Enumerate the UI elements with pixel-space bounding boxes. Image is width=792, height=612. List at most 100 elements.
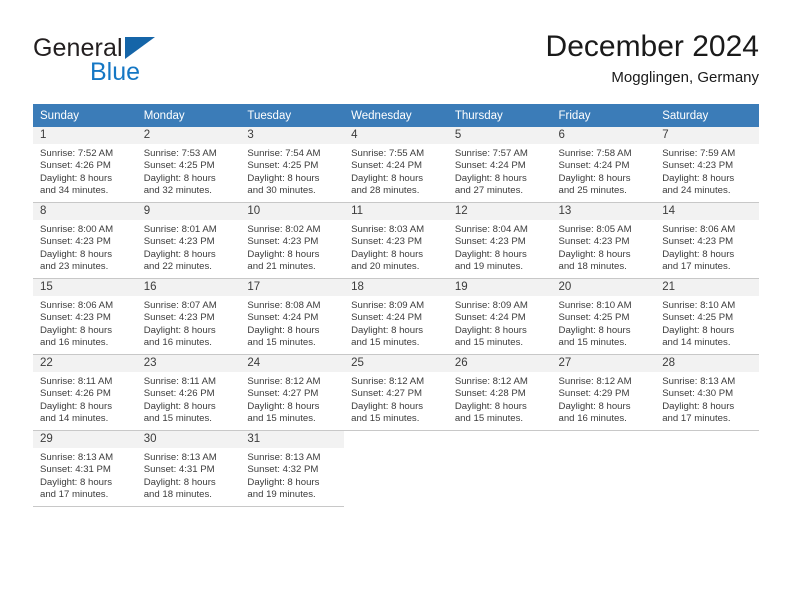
daylight-duration-line2: and 15 minutes. [558, 337, 627, 349]
day-cell-inner: 7 Sunrise: 7:59 AM Sunset: 4:23 PM Daylight… [655, 127, 759, 203]
sunset-time: Sunset: 4:27 PM [247, 388, 319, 400]
calendar-day-cell[interactable]: 21 Sunrise: 8:10 AM Sunset: 4:25 PM Dayligh… [655, 279, 759, 355]
sunset-time: Sunset: 4:23 PM [40, 312, 111, 324]
day-number: 18 [344, 279, 448, 296]
daylight-duration-line2: and 30 minutes. [247, 185, 316, 197]
daylight-duration-line2: and 32 minutes. [143, 185, 212, 197]
day-cell-inner [448, 431, 552, 507]
day-number: 27 [551, 355, 656, 372]
calendar-day-cell[interactable]: 28 Sunrise: 8:13 AM Sunset: 4:30 PM Dayligh… [655, 355, 759, 431]
day-cell-inner: 18 Sunrise: 8:09 AM Sunset: 4:24 PM Dayligh… [344, 279, 448, 355]
calendar-day-cell[interactable]: 24 Sunrise: 8:12 AM Sunset: 4:27 PM Dayligh… [240, 355, 345, 431]
daylight-duration-line2: and 18 minutes. [143, 489, 212, 501]
calendar-cell-empty [344, 431, 448, 507]
sunset-time: Sunset: 4:25 PM [247, 160, 319, 172]
calendar-day-cell[interactable]: 4 Sunrise: 7:55 AM Sunset: 4:24 PM Daylight… [344, 127, 448, 203]
calendar-day-cell[interactable]: 8 Sunrise: 8:00 AM Sunset: 4:23 PM Daylight… [33, 203, 137, 279]
brand-logo[interactable]: General Blue [33, 34, 233, 90]
day-cell-inner: 20 Sunrise: 8:10 AM Sunset: 4:25 PM Dayligh… [551, 279, 656, 355]
day-cell-inner: 17 Sunrise: 8:08 AM Sunset: 4:24 PM Dayligh… [240, 279, 345, 355]
day-details: Sunrise: 8:01 AM Sunset: 4:23 PM Daylight:… [137, 220, 241, 274]
daylight-duration-line1: Daylight: 8 hours [558, 400, 631, 412]
sunrise-time: Sunrise: 7:59 AM [662, 148, 736, 159]
day-cell-inner: 5 Sunrise: 7:57 AM Sunset: 4:24 PM Daylight… [447, 127, 552, 203]
daylight-duration-line2: and 19 minutes. [247, 489, 316, 501]
calendar-day-cell[interactable]: 20 Sunrise: 8:10 AM Sunset: 4:25 PM Dayligh… [551, 279, 656, 355]
calendar-day-cell[interactable]: 27 Sunrise: 8:12 AM Sunset: 4:29 PM Dayligh… [551, 355, 656, 431]
calendar-day-cell[interactable]: 29 Sunrise: 8:13 AM Sunset: 4:31 PM Dayligh… [33, 431, 137, 507]
day-details: Sunrise: 8:04 AM Sunset: 4:23 PM Daylight:… [448, 220, 552, 274]
sunrise-time: Sunrise: 8:09 AM [351, 300, 425, 311]
calendar-day-cell[interactable]: 10 Sunrise: 8:02 AM Sunset: 4:23 PM Dayligh… [240, 203, 345, 279]
calendar-day-cell[interactable]: 12 Sunrise: 8:04 AM Sunset: 4:23 PM Dayligh… [447, 203, 552, 279]
day-number: 12 [447, 203, 552, 220]
calendar-day-cell[interactable]: 3 Sunrise: 7:54 AM Sunset: 4:25 PM Daylight… [240, 127, 345, 203]
calendar-day-cell[interactable]: 5 Sunrise: 7:57 AM Sunset: 4:24 PM Daylight… [447, 127, 552, 203]
day-details: Sunrise: 8:09 AM Sunset: 4:24 PM Daylight:… [344, 296, 448, 350]
day-details: Sunrise: 7:59 AM Sunset: 4:23 PM Daylight:… [655, 144, 759, 198]
day-number [552, 431, 656, 448]
sunset-time: Sunset: 4:31 PM [40, 464, 111, 476]
weekday-header-sunday: Sunday [33, 104, 137, 127]
sunrise-time: Sunrise: 8:00 AM [40, 224, 114, 235]
daylight-duration-line2: and 24 minutes. [662, 185, 731, 197]
sunrise-time: Sunrise: 8:08 AM [247, 300, 321, 311]
sunrise-time: Sunrise: 8:05 AM [558, 224, 632, 235]
daylight-duration-line1: Daylight: 8 hours [558, 172, 631, 184]
daylight-duration-line1: Daylight: 8 hours [351, 400, 424, 412]
calendar-day-cell[interactable]: 31 Sunrise: 8:13 AM Sunset: 4:32 PM Dayligh… [240, 431, 345, 507]
calendar-cell-empty [655, 431, 759, 507]
sunset-time: Sunset: 4:24 PM [351, 312, 423, 324]
calendar-day-cell[interactable]: 17 Sunrise: 8:08 AM Sunset: 4:24 PM Dayligh… [240, 279, 345, 355]
day-cell-inner: 26 Sunrise: 8:12 AM Sunset: 4:28 PM Dayligh… [447, 355, 552, 431]
daylight-duration-line1: Daylight: 8 hours [662, 400, 735, 412]
day-details: Sunrise: 8:10 AM Sunset: 4:25 PM Daylight:… [552, 296, 656, 350]
daylight-duration-line1: Daylight: 8 hours [454, 248, 527, 260]
calendar-day-cell[interactable]: 19 Sunrise: 8:09 AM Sunset: 4:24 PM Dayligh… [447, 279, 552, 355]
daylight-duration-line1: Daylight: 8 hours [143, 172, 216, 184]
calendar-week-row: 22 Sunrise: 8:11 AM Sunset: 4:26 PM Dayligh… [33, 355, 759, 431]
calendar-day-cell[interactable]: 2 Sunrise: 7:53 AM Sunset: 4:25 PM Daylight… [136, 127, 241, 203]
calendar-day-cell[interactable]: 23 Sunrise: 8:11 AM Sunset: 4:26 PM Dayligh… [136, 355, 241, 431]
day-details: Sunrise: 7:55 AM Sunset: 4:24 PM Daylight:… [344, 144, 448, 198]
sunrise-time: Sunrise: 8:12 AM [351, 376, 425, 387]
calendar-day-cell[interactable]: 6 Sunrise: 7:58 AM Sunset: 4:24 PM Daylight… [551, 127, 656, 203]
day-cell-inner: 12 Sunrise: 8:04 AM Sunset: 4:23 PM Dayligh… [447, 203, 552, 279]
daylight-duration-line2: and 34 minutes. [40, 185, 109, 197]
day-cell-inner: 14 Sunrise: 8:06 AM Sunset: 4:23 PM Dayligh… [655, 203, 759, 279]
day-number: 28 [655, 355, 759, 372]
calendar-day-cell[interactable]: 18 Sunrise: 8:09 AM Sunset: 4:24 PM Dayligh… [344, 279, 448, 355]
day-number: 17 [240, 279, 345, 296]
calendar-day-cell[interactable]: 25 Sunrise: 8:12 AM Sunset: 4:27 PM Dayligh… [344, 355, 448, 431]
calendar-day-cell[interactable]: 16 Sunrise: 8:07 AM Sunset: 4:23 PM Dayligh… [136, 279, 241, 355]
day-details: Sunrise: 8:11 AM Sunset: 4:26 PM Daylight:… [137, 372, 241, 426]
calendar-day-cell[interactable]: 13 Sunrise: 8:05 AM Sunset: 4:23 PM Dayligh… [551, 203, 656, 279]
day-details: Sunrise: 8:13 AM Sunset: 4:31 PM Daylight:… [137, 448, 241, 502]
day-details: Sunrise: 8:05 AM Sunset: 4:23 PM Daylight:… [552, 220, 656, 274]
daylight-duration-line1: Daylight: 8 hours [247, 248, 320, 260]
day-cell-inner [552, 431, 656, 507]
calendar-day-cell[interactable]: 11 Sunrise: 8:03 AM Sunset: 4:23 PM Dayligh… [344, 203, 448, 279]
day-cell-inner: 27 Sunrise: 8:12 AM Sunset: 4:29 PM Dayligh… [551, 355, 656, 431]
daylight-duration-line1: Daylight: 8 hours [454, 324, 527, 336]
calendar-day-cell[interactable]: 15 Sunrise: 8:06 AM Sunset: 4:23 PM Dayligh… [33, 279, 137, 355]
sunrise-time: Sunrise: 8:13 AM [143, 452, 217, 463]
calendar-day-cell[interactable]: 1 Sunrise: 7:52 AM Sunset: 4:26 PM Daylight… [33, 127, 137, 203]
calendar-page: General Blue December 2024 Mogglingen, G… [0, 0, 792, 612]
calendar-day-cell[interactable]: 30 Sunrise: 8:13 AM Sunset: 4:31 PM Dayligh… [136, 431, 241, 507]
sunrise-time: Sunrise: 8:13 AM [40, 452, 114, 463]
brand-name-blue: Blue [90, 58, 141, 86]
day-number: 31 [240, 431, 345, 448]
daylight-duration-line1: Daylight: 8 hours [143, 324, 216, 336]
day-number: 9 [136, 203, 241, 220]
weekday-header-tuesday: Tuesday [240, 104, 345, 127]
daylight-duration-line2: and 19 minutes. [454, 261, 524, 273]
day-number: 3 [240, 127, 345, 144]
calendar-day-cell[interactable]: 7 Sunrise: 7:59 AM Sunset: 4:23 PM Daylight… [655, 127, 759, 203]
calendar-day-cell[interactable]: 22 Sunrise: 8:11 AM Sunset: 4:26 PM Dayligh… [33, 355, 137, 431]
daylight-duration-line1: Daylight: 8 hours [351, 172, 424, 184]
calendar-day-cell[interactable]: 9 Sunrise: 8:01 AM Sunset: 4:23 PM Daylight… [136, 203, 241, 279]
calendar-day-cell[interactable]: 26 Sunrise: 8:12 AM Sunset: 4:28 PM Dayligh… [447, 355, 552, 431]
day-number: 14 [655, 203, 759, 220]
calendar-day-cell[interactable]: 14 Sunrise: 8:06 AM Sunset: 4:23 PM Dayligh… [655, 203, 759, 279]
